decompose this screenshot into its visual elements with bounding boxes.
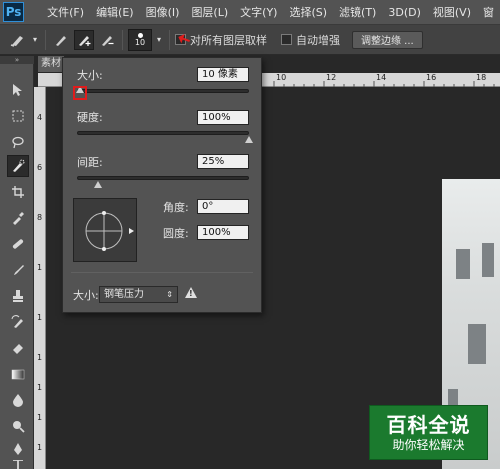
ruler-label: 14 bbox=[376, 73, 387, 82]
ruler-label: 1 bbox=[37, 313, 43, 322]
menu-window[interactable]: 窗 bbox=[477, 4, 500, 20]
angle-input[interactable]: 0° bbox=[197, 199, 249, 214]
photo-window bbox=[468, 324, 486, 364]
brush-angle-preview[interactable] bbox=[73, 198, 137, 262]
history-brush-tool-icon[interactable] bbox=[7, 311, 29, 333]
red-arrow-icon bbox=[178, 34, 190, 44]
ruler-label: 4 bbox=[37, 113, 43, 122]
panel-collapse-icon[interactable]: » bbox=[0, 56, 34, 64]
marquee-tool-icon[interactable] bbox=[7, 105, 29, 127]
ruler-label: 18 bbox=[476, 73, 487, 82]
add-to-selection-brush-icon[interactable] bbox=[74, 29, 94, 50]
photoshop-logo: Ps bbox=[3, 2, 25, 22]
divider bbox=[122, 29, 123, 50]
angle-label: 角度: bbox=[163, 201, 189, 214]
ruler-label: 12 bbox=[326, 73, 337, 82]
ruler-label: 1 bbox=[37, 263, 43, 272]
size-control-label: 大小: bbox=[73, 289, 99, 302]
vertical-ruler: 4 6 8 1 1 1 1 1 1 bbox=[34, 87, 46, 469]
brush-picker-button[interactable]: 10 bbox=[128, 28, 152, 51]
brush-picker-panel: 大小: 10 像素 硬度: 100% 间距: 25% 角度: 0° 圆度: 10… bbox=[62, 57, 262, 313]
hardness-label: 硬度: bbox=[77, 111, 103, 124]
options-bar: ▾ 10 ▾ 对所有图层取样 自动增强 调整边缘 ... bbox=[0, 25, 500, 55]
brush-size-number: 10 bbox=[134, 37, 146, 47]
size-control-select[interactable]: 钢笔压力 ⇕ bbox=[99, 286, 178, 303]
document-tab[interactable]: 素材 bbox=[38, 56, 64, 72]
refine-edge-button[interactable]: 调整边缘 ... bbox=[352, 30, 423, 49]
auto-enhance-checkbox[interactable] bbox=[281, 34, 292, 45]
quick-selection-tool-icon[interactable] bbox=[7, 155, 29, 177]
hardness-input[interactable]: 100% bbox=[197, 110, 249, 125]
menu-filter[interactable]: 滤镜(T) bbox=[333, 4, 382, 20]
stepper-arrows-icon: ⇕ bbox=[166, 290, 173, 299]
watermark-title: 百科全说 bbox=[386, 412, 471, 437]
sample-all-layers-label: 对所有图层取样 bbox=[190, 33, 267, 47]
hardness-slider-track[interactable] bbox=[77, 131, 249, 135]
menu-type[interactable]: 文字(Y) bbox=[234, 4, 283, 20]
clone-stamp-tool-icon[interactable] bbox=[7, 285, 29, 307]
crop-tool-icon[interactable] bbox=[7, 181, 29, 203]
size-input[interactable]: 10 像素 bbox=[197, 67, 249, 82]
new-selection-brush-icon[interactable] bbox=[51, 30, 71, 50]
hardness-slider-thumb[interactable] bbox=[245, 136, 253, 143]
menu-view[interactable]: 视图(V) bbox=[427, 4, 477, 20]
brush-tip-icon bbox=[137, 32, 143, 38]
ruler-label: 1 bbox=[37, 383, 43, 392]
spacing-slider-track[interactable] bbox=[77, 176, 249, 180]
menu-bar: Ps 文件(F) 编辑(E) 图像(I) 图层(L) 文字(Y) 选择(S) 滤… bbox=[0, 0, 500, 25]
ruler-label: 1 bbox=[37, 443, 43, 452]
auto-enhance-label: 自动增强 bbox=[296, 33, 340, 47]
pen-tool-icon[interactable] bbox=[7, 438, 29, 460]
ruler-label: 1 bbox=[37, 353, 43, 362]
watermark-badge: 百科全说 助你轻松解决 bbox=[369, 405, 488, 460]
ruler-label: 1 bbox=[37, 413, 43, 422]
dodge-tool-icon[interactable] bbox=[7, 415, 29, 437]
eraser-tool-icon[interactable] bbox=[7, 337, 29, 359]
photo-window bbox=[456, 249, 470, 279]
blur-tool-icon[interactable] bbox=[7, 389, 29, 411]
spacing-input[interactable]: 25% bbox=[197, 154, 249, 169]
menu-file[interactable]: 文件(F) bbox=[41, 4, 90, 20]
spacing-label: 间距: bbox=[77, 156, 103, 169]
tool-preset-icon[interactable] bbox=[8, 30, 28, 50]
roundness-input[interactable]: 100% bbox=[197, 225, 249, 240]
warning-icon: ! bbox=[185, 287, 197, 298]
tools-panel: » bbox=[0, 56, 34, 469]
menu-select[interactable]: 选择(S) bbox=[283, 4, 333, 20]
eyedropper-tool-icon[interactable] bbox=[7, 207, 29, 229]
size-label: 大小: bbox=[77, 69, 103, 82]
menu-image[interactable]: 图像(I) bbox=[140, 4, 186, 20]
photo-window bbox=[482, 243, 494, 277]
watermark-subtitle: 助你轻松解决 bbox=[392, 437, 465, 452]
photoshop-window: Ps 文件(F) 编辑(E) 图像(I) 图层(L) 文字(Y) 选择(S) 滤… bbox=[0, 0, 500, 469]
type-tool-icon[interactable] bbox=[7, 460, 29, 469]
subtract-selection-brush-icon[interactable] bbox=[97, 30, 117, 50]
roundness-label: 圆度: bbox=[163, 227, 189, 240]
gradient-tool-icon[interactable] bbox=[7, 363, 29, 385]
menu-3d[interactable]: 3D(D) bbox=[382, 6, 427, 19]
ruler-label: 10 bbox=[276, 73, 287, 82]
brush-tool-icon[interactable] bbox=[7, 259, 29, 281]
size-control-value: 钢笔压力 bbox=[104, 289, 144, 300]
divider bbox=[45, 29, 46, 50]
brush-picker-chevron-icon[interactable]: ▾ bbox=[154, 29, 164, 51]
menu-layer[interactable]: 图层(L) bbox=[185, 4, 234, 20]
move-tool-icon[interactable] bbox=[7, 79, 29, 101]
menu-edit[interactable]: 编辑(E) bbox=[90, 4, 140, 20]
ruler-label: 8 bbox=[37, 213, 43, 222]
lasso-tool-icon[interactable] bbox=[7, 131, 29, 153]
panel-divider bbox=[71, 272, 253, 273]
size-slider-highlight bbox=[73, 86, 88, 100]
ruler-label: 16 bbox=[426, 73, 437, 82]
chevron-down-icon[interactable]: ▾ bbox=[30, 29, 40, 51]
ruler-label: 6 bbox=[37, 163, 43, 172]
spacing-slider-thumb[interactable] bbox=[93, 181, 102, 188]
divider bbox=[169, 29, 170, 50]
healing-brush-tool-icon[interactable] bbox=[7, 233, 29, 255]
size-slider-track[interactable] bbox=[77, 89, 249, 93]
